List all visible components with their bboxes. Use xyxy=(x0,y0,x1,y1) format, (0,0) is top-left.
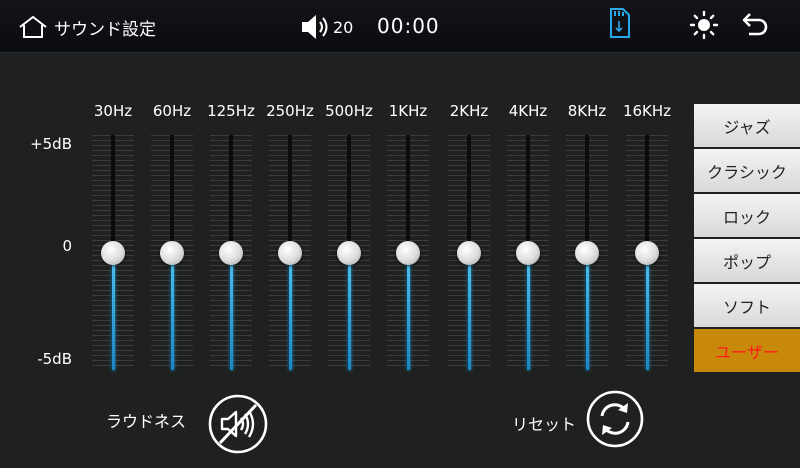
slider-knob[interactable] xyxy=(219,240,243,265)
preset-user[interactable]: ユーザー xyxy=(694,329,800,372)
preset-jazz[interactable]: ジャズ xyxy=(694,104,800,147)
eq-slider-60hz[interactable] xyxy=(147,135,197,370)
eq-slider-16khz[interactable] xyxy=(622,135,672,370)
slider-fill xyxy=(407,252,410,370)
preset-soft[interactable]: ソフト xyxy=(694,284,800,327)
slider-fill xyxy=(348,252,351,370)
eq-slider-2khz[interactable] xyxy=(444,135,494,370)
slider-fill xyxy=(171,252,174,370)
slider-fill xyxy=(112,252,115,370)
slider-fill xyxy=(289,252,292,370)
preset-list: ジャズ クラシック ロック ポップ ソフト ユーザー xyxy=(694,104,800,374)
slider-knob[interactable] xyxy=(635,240,659,265)
home-icon xyxy=(19,15,47,38)
eq-slider-250hz[interactable] xyxy=(265,135,315,370)
home-button[interactable]: サウンド設定 xyxy=(18,14,156,40)
eq-slider-4khz[interactable] xyxy=(503,135,553,370)
freq-label-4khz: 4KHz xyxy=(508,102,548,120)
db-label-zero: 0 xyxy=(62,237,72,255)
slider-fill xyxy=(230,252,233,370)
slider-knob[interactable] xyxy=(101,240,125,265)
eq-slider-30hz[interactable] xyxy=(88,135,138,370)
brightness-icon[interactable] xyxy=(689,10,719,40)
slider-knob[interactable] xyxy=(516,240,540,265)
volume-indicator[interactable]: 20 xyxy=(300,13,353,41)
page-title: サウンド設定 xyxy=(54,19,156,40)
slider-knob[interactable] xyxy=(396,240,420,265)
slider-knob[interactable] xyxy=(278,240,302,265)
slider-fill xyxy=(646,252,649,370)
freq-label-30hz: 30Hz xyxy=(93,102,133,120)
back-arrow-icon[interactable] xyxy=(741,10,771,40)
volume-level: 20 xyxy=(333,17,354,37)
slider-fill xyxy=(586,252,589,370)
freq-label-250hz: 250Hz xyxy=(266,102,314,120)
slider-knob[interactable] xyxy=(337,240,361,265)
freq-label-500hz: 500Hz xyxy=(325,102,373,120)
reset-label: リセット xyxy=(512,415,577,434)
freq-label-60hz: 60Hz xyxy=(152,102,192,120)
slider-knob[interactable] xyxy=(575,240,599,265)
preset-classic[interactable]: クラシック xyxy=(694,149,800,192)
slider-knob[interactable] xyxy=(160,240,184,265)
clock: 00:00 xyxy=(377,14,440,38)
db-label-min: -5dB xyxy=(37,350,72,368)
freq-label-1khz: 1KHz xyxy=(388,102,428,120)
loudness-label: ラウドネス xyxy=(106,412,187,431)
eq-slider-125hz[interactable] xyxy=(206,135,256,370)
preset-rock[interactable]: ロック xyxy=(694,194,800,237)
eq-slider-8khz[interactable] xyxy=(562,135,612,370)
reset-icon[interactable] xyxy=(585,389,645,449)
slider-fill xyxy=(468,252,471,370)
top-bar: サウンド設定 20 00:00 xyxy=(0,0,800,53)
sd-card-icon xyxy=(610,8,630,38)
loudness-off-icon[interactable] xyxy=(207,393,269,455)
eq-slider-1khz[interactable] xyxy=(383,135,433,370)
eq-slider-500hz[interactable] xyxy=(324,135,374,370)
freq-label-16khz: 16KHz xyxy=(622,102,672,120)
speaker-icon xyxy=(302,15,328,39)
freq-label-2khz: 2KHz xyxy=(449,102,489,120)
slider-fill xyxy=(527,252,530,370)
db-label-max: +5dB xyxy=(30,135,72,153)
preset-pop[interactable]: ポップ xyxy=(694,239,800,282)
slider-knob[interactable] xyxy=(457,240,481,265)
freq-label-125hz: 125Hz xyxy=(207,102,255,120)
freq-label-8khz: 8KHz xyxy=(567,102,607,120)
